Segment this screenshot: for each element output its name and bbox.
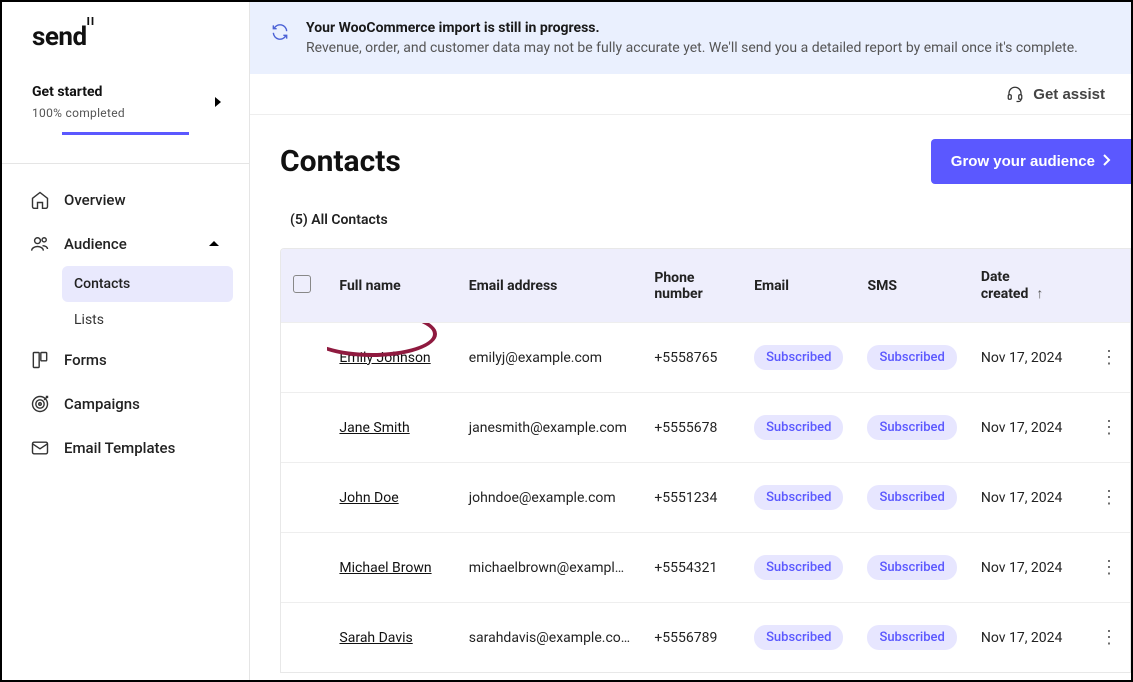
banner-title: Your WooCommerce import is still in prog… [306,20,1078,36]
column-header-fullname[interactable]: Full name [327,249,456,323]
contact-name-link[interactable]: Michael Brown [339,560,431,576]
table-row: Jane Smith janesmith@example.com+5555678 S… [281,393,1130,463]
contact-email: johndoe@example.com [457,463,643,533]
import-banner: Your WooCommerce import is still in prog… [250,2,1131,74]
row-more-icon[interactable]: ⋮ [1100,627,1118,648]
forms-icon [30,350,50,370]
contact-phone: +5554321 [642,533,742,603]
contact-phone: +5558765 [642,323,742,393]
home-icon [30,190,50,210]
contact-phone: +5551234 [642,463,742,533]
contact-name-link[interactable]: Sarah Davis [339,630,412,646]
contact-date: Nov 17, 2024 [969,603,1088,673]
contact-email: janesmith@example.com [457,393,643,463]
select-all-checkbox[interactable] [293,275,311,293]
banner-subtitle: Revenue, order, and customer data may no… [306,40,1078,56]
contact-email: sarahdavis@example.com [457,603,643,673]
sidebar-item-audience[interactable]: Audience [18,222,233,266]
contact-date: Nov 17, 2024 [969,533,1088,603]
brand-logo: sendII [32,22,95,52]
grow-audience-label: Grow your audience [951,153,1095,170]
table-row: Sarah Davis sarahdavis@example.com+555678… [281,603,1130,673]
row-more-icon[interactable]: ⋮ [1100,487,1118,508]
chevron-right-icon [1103,153,1111,170]
sms-status-badge: Subscribed [867,345,956,370]
assist-label: Get assist [1033,86,1105,103]
progress-bar [62,132,189,135]
sidebar-item-overview[interactable]: Overview [18,178,233,222]
sidebar-item-label: Overview [64,191,126,209]
sidebar: sendII Get started 100% completed Overvi… [2,2,250,680]
users-icon [30,234,50,254]
contact-date: Nov 17, 2024 [969,393,1088,463]
page-title: Contacts [280,144,401,179]
column-header-date-created[interactable]: Datecreated↑ [969,249,1088,323]
column-header-email-status[interactable]: Email [742,249,855,323]
sidebar-item-label: Audience [64,235,127,253]
sort-arrow-up-icon: ↑ [1036,286,1043,302]
grow-audience-button[interactable]: Grow your audience [931,139,1131,184]
email-status-badge: Subscribed [754,555,843,580]
email-status-badge: Subscribed [754,625,843,650]
get-started-subtitle: 100% completed [32,106,219,120]
target-icon [30,394,50,414]
column-header-sms-status[interactable]: SMS [855,249,968,323]
sms-status-badge: Subscribed [867,555,956,580]
get-started-title: Get started [32,84,219,100]
table-row: John Doe johndoe@example.com+5551234 Subsc… [281,463,1130,533]
sms-status-badge: Subscribed [867,485,956,510]
sidebar-subitem-lists[interactable]: Lists [62,302,233,338]
sidebar-item-label: Email Templates [64,439,175,457]
table-row: Emily Johnson emilyj@example.com+5558765 S… [281,323,1130,393]
sync-icon [270,22,290,42]
sidebar-item-forms[interactable]: Forms [18,338,233,382]
sidebar-item-campaigns[interactable]: Campaigns [18,382,233,426]
contact-name-link[interactable]: Jane Smith [339,420,409,436]
main-content: Your WooCommerce import is still in prog… [250,2,1131,680]
sms-status-badge: Subscribed [867,415,956,440]
contact-date: Nov 17, 2024 [969,463,1088,533]
chevron-up-icon [207,235,221,253]
sidebar-subitem-contacts[interactable]: Contacts [62,266,233,302]
sidebar-nav: Overview Audience Contacts Lists Form [2,164,249,484]
row-more-icon[interactable]: ⋮ [1100,347,1118,368]
column-header-phone[interactable]: Phonenumber [642,249,742,323]
sms-status-badge: Subscribed [867,625,956,650]
contacts-table: Full name Email address Phonenumber Emai… [280,248,1131,673]
contact-email: emilyj@example.com [457,323,643,393]
email-status-badge: Subscribed [754,415,843,440]
contact-date: Nov 17, 2024 [969,323,1088,393]
contact-email: michaelbrown@example… [457,533,643,603]
row-more-icon[interactable]: ⋮ [1100,417,1118,438]
get-started-card[interactable]: Get started 100% completed [2,66,249,145]
tab-all-contacts[interactable]: (5) All Contacts [290,212,388,228]
table-row: Michael Brown michaelbrown@example…+55543… [281,533,1130,603]
contact-phone: +5556789 [642,603,742,673]
contact-phone: +5555678 [642,393,742,463]
headset-icon [1005,84,1025,104]
row-more-icon[interactable]: ⋮ [1100,557,1118,578]
email-status-badge: Subscribed [754,345,843,370]
sidebar-item-label: Forms [64,351,107,369]
get-assist-button[interactable]: Get assist [1005,84,1105,104]
email-status-badge: Subscribed [754,485,843,510]
topbar: Get assist [250,74,1131,115]
contact-name-link[interactable]: John Doe [339,490,398,506]
contact-name-link[interactable]: Emily Johnson [339,350,430,366]
envelope-icon [30,438,50,458]
column-header-email[interactable]: Email address [457,249,643,323]
chevron-right-icon [213,94,223,113]
sidebar-item-label: Campaigns [64,395,140,413]
sidebar-item-email-templates[interactable]: Email Templates [18,426,233,470]
